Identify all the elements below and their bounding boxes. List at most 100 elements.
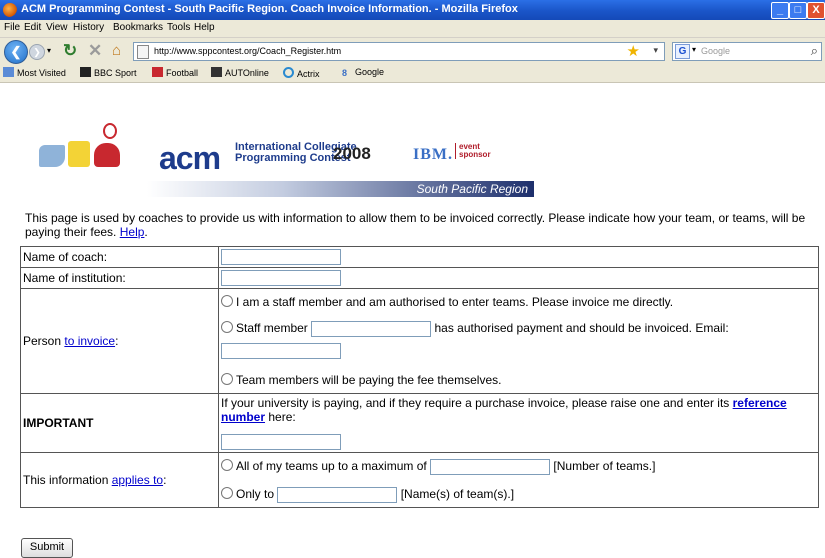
all-teams-radio[interactable] [221, 459, 233, 471]
close-button[interactable]: X [807, 2, 825, 19]
form-cell [218, 246, 819, 268]
address-url[interactable]: http://www.sppcontest.org/Coach_Register… [154, 46, 341, 56]
bookmark-actrix[interactable]: Actrix [283, 67, 320, 79]
important-cell: If your university is paying, and if the… [218, 393, 819, 453]
search-input[interactable]: Google [701, 46, 730, 56]
option-label: has authorised payment and should be inv… [434, 321, 729, 335]
important-text-part: here: [265, 410, 296, 424]
staff-email-row [221, 339, 816, 361]
menu-bar: File Edit View History Bookmarks Tools H… [0, 20, 825, 38]
sponsor-line: sponsor [459, 150, 491, 159]
table-row: Person to invoice: I am a staff member a… [20, 288, 819, 394]
google-icon: 8 [342, 68, 348, 78]
staff-member-name-input[interactable] [311, 320, 432, 337]
help-link[interactable]: Help [120, 225, 145, 239]
minimize-button[interactable]: _ [771, 2, 789, 19]
bbc-icon [80, 67, 91, 77]
search-engine-dropdown-icon[interactable]: ▾ [692, 45, 696, 54]
bookmark-label: Google [355, 67, 385, 77]
intro-suffix: . [144, 225, 148, 239]
applies-options-cell: All of my teams up to a maximum of [Numb… [218, 452, 819, 508]
table-row: This information applies to: All of my t… [20, 452, 819, 508]
team-names-input[interactable] [277, 486, 398, 503]
bookmark-autonline[interactable]: AUTOnline [211, 67, 269, 78]
region-banner: South Pacific Region [147, 181, 534, 197]
window-titlebar: ACM Programming Contest - South Pacific … [0, 0, 825, 20]
menu-bookmarks[interactable]: Bookmarks [113, 22, 163, 33]
staff-email-input[interactable] [221, 342, 341, 359]
staff-self-radio[interactable] [221, 295, 233, 307]
applies-to-link[interactable]: applies to [112, 473, 163, 487]
option-label: I am a staff member and am authorised to… [236, 295, 674, 309]
staff-member-radio[interactable] [221, 321, 233, 333]
option-label: All of my teams up to a maximum of [236, 459, 427, 473]
option-label: [Name(s) of team(s).] [400, 487, 515, 501]
team-members-radio[interactable] [221, 373, 233, 385]
icpc-logo-icon [37, 123, 137, 183]
label-text: : [115, 334, 119, 348]
bookmark-label: Football [166, 68, 199, 78]
option-only-to: Only to [Name(s) of team(s).] [221, 483, 816, 505]
person-options-cell: I am a staff member and am authorised to… [218, 288, 819, 394]
bookmark-label: Actrix [297, 69, 320, 79]
firefox-icon [3, 3, 17, 17]
page-content: acm International Collegiate Programming… [0, 83, 825, 558]
logo-shape [103, 123, 117, 139]
bookmark-label: AUTOnline [225, 68, 269, 78]
bookmark-label: Most Visited [17, 68, 66, 78]
ibm-logo: IBM. [413, 146, 453, 163]
label-text: Person [23, 334, 65, 348]
important-label: IMPORTANT [20, 393, 219, 453]
logo-shape [39, 145, 65, 167]
bookmark-label: BBC Sport [94, 68, 137, 78]
to-invoice-link[interactable]: to invoice [64, 334, 115, 348]
logo-shape [94, 143, 120, 167]
menu-view[interactable]: View [46, 22, 68, 33]
address-bar[interactable]: http://www.sppcontest.org/Coach_Register… [133, 42, 665, 61]
menu-history[interactable]: History [73, 22, 104, 33]
submit-button[interactable]: Submit [21, 538, 73, 558]
event-sponsor-label: event sponsor [455, 143, 491, 159]
intro-paragraph: This page is used by coaches to provide … [25, 211, 820, 239]
menu-help[interactable]: Help [194, 22, 215, 33]
max-teams-input[interactable] [430, 458, 551, 475]
region-label: South Pacific Region [416, 182, 528, 196]
google-icon[interactable]: G [675, 44, 690, 59]
menu-edit[interactable]: Edit [24, 22, 41, 33]
person-to-invoice-label: Person to invoice: [20, 288, 219, 394]
forward-button[interactable]: ❯ [29, 44, 45, 60]
label-text: : [163, 473, 167, 487]
stop-icon[interactable]: ✕ [88, 41, 102, 61]
acm-logo: acm [159, 140, 221, 176]
page-icon [137, 45, 149, 59]
bookmark-google[interactable]: 8 Google [342, 67, 384, 78]
home-icon[interactable]: ⌂ [112, 42, 121, 59]
bookmark-bbc-sport[interactable]: BBC Sport [80, 67, 137, 78]
contest-year: 2008 [333, 144, 371, 163]
contest-banner: acm International Collegiate Programming… [37, 123, 537, 198]
bookmark-football[interactable]: Football [152, 67, 198, 78]
coach-name-input[interactable] [221, 249, 341, 265]
history-dropdown-icon[interactable]: ▾ [47, 46, 51, 55]
institution-name-input[interactable] [221, 270, 341, 286]
search-bar[interactable]: G ▾ Google ⌕ [672, 42, 822, 61]
address-dropdown-icon[interactable]: ▾ [653, 45, 658, 56]
menu-tools[interactable]: Tools [167, 22, 190, 33]
table-row: Name of coach: [20, 246, 819, 268]
menu-file[interactable]: File [4, 22, 20, 33]
search-icon[interactable]: ⌕ [811, 43, 818, 59]
coach-name-label: Name of coach: [20, 246, 219, 268]
only-to-radio[interactable] [221, 487, 233, 499]
maximize-button[interactable]: □ [789, 2, 807, 19]
label-text: This information [23, 473, 112, 487]
institution-name-label: Name of institution: [20, 267, 219, 289]
important-text: If your university is paying, and if the… [221, 396, 816, 424]
option-staff-member: Staff member has authorised payment and … [221, 317, 816, 339]
logo-shape [68, 141, 90, 167]
reference-number-input[interactable] [221, 434, 341, 450]
back-button[interactable]: ❮ [4, 40, 28, 64]
option-label: Team members will be paying the fee them… [236, 373, 502, 387]
reload-icon[interactable]: ↻ [63, 41, 77, 61]
bookmark-star-icon[interactable]: ★ [627, 42, 640, 60]
bookmark-most-visited[interactable]: Most Visited [3, 67, 66, 78]
